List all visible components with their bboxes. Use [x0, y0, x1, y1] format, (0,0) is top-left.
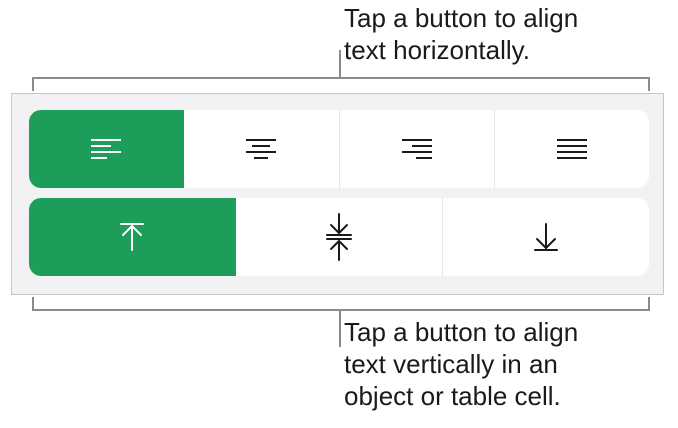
align-bottom-button[interactable]: [443, 198, 649, 276]
align-middle-button[interactable]: [236, 198, 443, 276]
align-middle-icon: [324, 212, 354, 262]
callout-leader-line-top: [339, 50, 341, 77]
callout-leader-line-bottom: [339, 311, 341, 347]
align-top-button[interactable]: [29, 198, 236, 276]
alignment-panel: [11, 93, 664, 295]
align-left-icon: [89, 137, 123, 161]
align-top-icon: [117, 220, 147, 254]
callout-bracket-top: [32, 77, 650, 91]
align-left-button[interactable]: [29, 110, 185, 188]
align-justify-icon: [555, 137, 589, 161]
align-right-icon: [400, 137, 434, 161]
vertical-alignment-control: [29, 198, 649, 276]
align-right-button[interactable]: [340, 110, 495, 188]
vertical-alignment-callout: Tap a button to align text vertically in…: [344, 317, 579, 411]
align-center-icon: [244, 137, 278, 161]
horizontal-alignment-control: [29, 110, 649, 188]
align-center-button[interactable]: [184, 110, 340, 188]
align-bottom-icon: [531, 220, 561, 254]
horizontal-alignment-callout: Tap a button to align text horizontally.: [344, 3, 579, 65]
callout-bracket-bottom: [32, 297, 650, 311]
align-justify-button[interactable]: [495, 110, 649, 188]
